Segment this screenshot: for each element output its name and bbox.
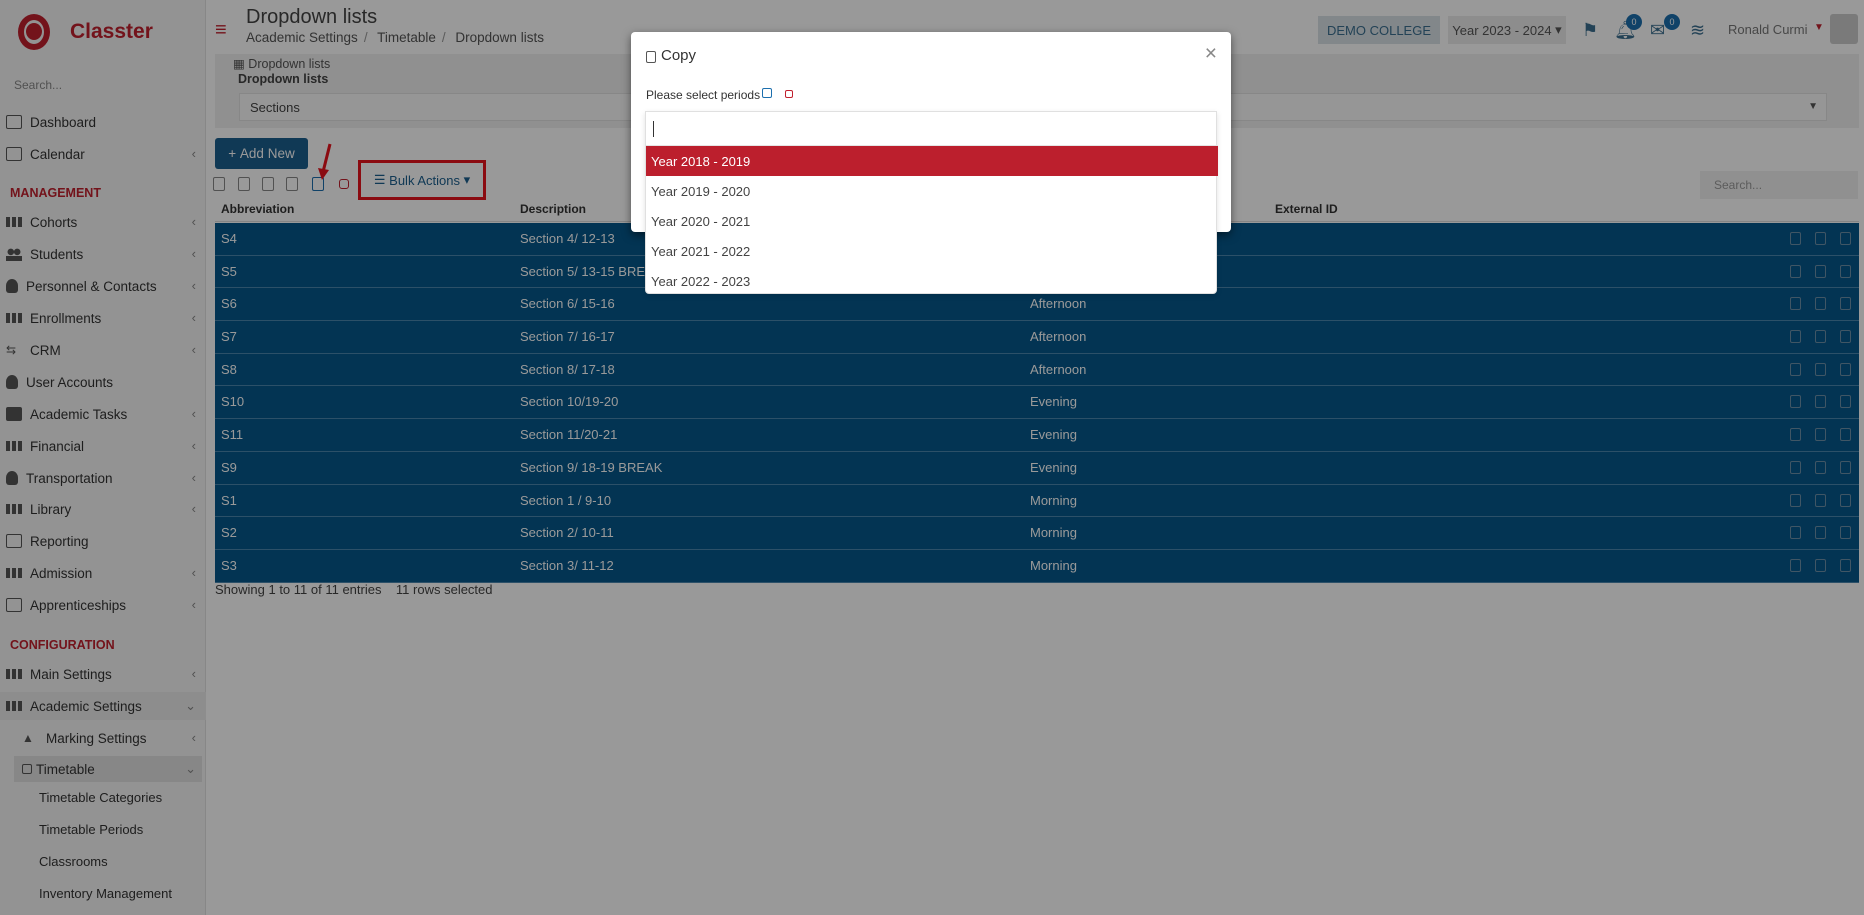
periods-search-input[interactable] xyxy=(646,112,1218,146)
select-all-periods-icon[interactable] xyxy=(762,88,772,98)
periods-label: Please select periods xyxy=(646,88,761,102)
period-option[interactable]: Year 2022 - 2023 xyxy=(646,266,1218,296)
period-option[interactable]: Year 2019 - 2020 xyxy=(646,176,1218,206)
period-option[interactable]: Year 2020 - 2021 xyxy=(646,206,1218,236)
modal-title: Copy xyxy=(661,47,697,64)
text-cursor xyxy=(653,121,654,137)
deselect-all-periods-icon[interactable] xyxy=(785,90,793,98)
period-option[interactable]: Year 2018 - 2019 xyxy=(646,146,1218,176)
period-option[interactable]: Year 2021 - 2022 xyxy=(646,236,1218,266)
close-icon[interactable]: × xyxy=(1205,42,1217,66)
copy-icon xyxy=(646,51,656,63)
periods-dropdown: Year 2018 - 2019 Year 2019 - 2020 Year 202… xyxy=(645,111,1218,296)
